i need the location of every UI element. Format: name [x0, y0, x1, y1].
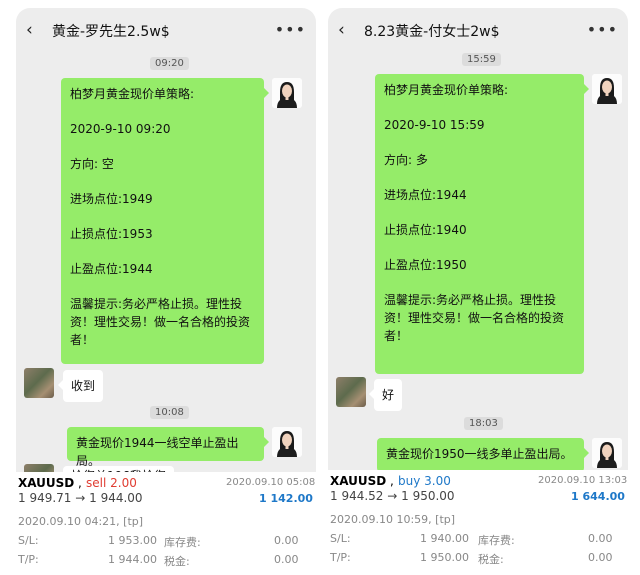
swap-value: 0.00: [274, 534, 299, 547]
message-line: 方向: 多: [384, 153, 428, 167]
receiver-avatar[interactable]: [24, 368, 54, 398]
message-line: 止盈点位:1944: [70, 262, 153, 276]
chat-title-bar: ‹ 8.23黄金-付女士2w$ •••: [328, 8, 628, 54]
message-line: 止盈点位:1950: [384, 258, 467, 272]
message-line: 温馨提示:务必严格止损。理性投资！理性交易！做一名合格的投资者！: [384, 293, 565, 343]
more-options-icon[interactable]: •••: [587, 20, 618, 39]
reply-text: 收到: [71, 379, 96, 393]
tp-value: 1 944.00: [108, 553, 157, 566]
reply-message-bubble[interactable]: 好: [369, 379, 403, 411]
trade-open-time: 2020.09.10 10:59, [tp]: [330, 513, 456, 526]
message-line: 进场点位:1949: [70, 192, 153, 206]
timestamp: 09:20: [150, 57, 189, 70]
message-line: 2020-9-10 15:59: [384, 118, 485, 132]
trade-symbol: XAUUSD: [330, 474, 387, 488]
message-line: 进场点位:1944: [384, 188, 467, 202]
sl-value: 1 953.00: [108, 534, 157, 547]
trade-price: 1 944.52 → 1 950.00: [330, 489, 455, 503]
swap-label: 库存费:: [478, 534, 515, 547]
reply-text: 好: [382, 388, 395, 402]
result-message-bubble[interactable]: 黄金现价1950一线多单止盈出局。: [377, 438, 589, 472]
result-text: 黄金现价1944一线空单止盈出局。: [76, 436, 239, 468]
strategy-message-bubble[interactable]: 柏梦月黄金现价单策略: 2020-9-10 09:20 方向: 空 进场点位:1…: [61, 78, 269, 364]
trade-datetime: 2020.09.10 05:08: [226, 477, 316, 488]
trade-record: XAUUSD , buy 3.00 2020.09.10 13:03 1 944…: [328, 470, 628, 575]
tp-value: 1 950.00: [420, 551, 469, 564]
trade-action: buy 3.00: [398, 474, 451, 488]
timestamp: 10:08: [150, 406, 189, 419]
message-line: 2020-9-10 09:20: [70, 122, 171, 136]
result-text: 黄金现价1950一线多单止盈出局。: [386, 447, 573, 461]
message-line: 方向: 空: [70, 157, 114, 171]
tax-value: 0.00: [274, 553, 299, 566]
chat-window-left: ‹ 黄金-罗先生2.5w$ ••• 09:20 柏梦月黄金现价单策略: 2020…: [16, 8, 316, 575]
trade-open-time: 2020.09.10 04:21, [tp]: [18, 515, 144, 528]
back-chevron-icon[interactable]: ‹: [26, 20, 33, 40]
result-message-bubble[interactable]: 黄金现价1944一线空单止盈出局。: [67, 427, 269, 468]
sl-label: S/L:: [18, 534, 39, 547]
swap-value: 0.00: [588, 532, 613, 545]
tax-value: 0.00: [588, 551, 613, 564]
timestamp: 18:03: [464, 417, 503, 430]
strategy-message-bubble[interactable]: 柏梦月黄金现价单策略: 2020-9-10 15:59 方向: 多 进场点位:1…: [375, 74, 589, 374]
tax-label: 税金:: [164, 555, 190, 568]
message-line: 柏梦月黄金现价单策略:: [384, 83, 509, 97]
trade-profit: 1 142.00: [259, 492, 313, 505]
trade-record: XAUUSD , sell 2.00 2020.09.10 05:08 1 94…: [16, 472, 316, 575]
chat-title: 8.23黄金-付女士2w$: [364, 24, 500, 40]
receiver-avatar[interactable]: [336, 377, 366, 407]
chat-title: 黄金-罗先生2.5w$: [52, 24, 170, 40]
trade-symbol: XAUUSD: [18, 476, 75, 490]
chat-title-bar: ‹ 黄金-罗先生2.5w$ •••: [16, 8, 316, 54]
trade-price: 1 949.71 → 1 944.00: [18, 491, 143, 505]
sender-avatar[interactable]: [592, 74, 622, 104]
tax-label: 税金:: [478, 553, 504, 566]
back-chevron-icon[interactable]: ‹: [338, 20, 345, 40]
message-line: 止损点位:1940: [384, 223, 467, 237]
more-options-icon[interactable]: •••: [275, 20, 306, 39]
tp-label: T/P:: [330, 551, 351, 564]
message-line: 温馨提示:务必严格止损。理性投资！理性交易！做一名合格的投资者！: [70, 297, 251, 347]
tp-label: T/P:: [18, 553, 39, 566]
chat-window-right: ‹ 8.23黄金-付女士2w$ ••• 15:59 柏梦月黄金现价单策略: 20…: [328, 8, 628, 575]
reply-message-bubble[interactable]: 收到: [58, 370, 104, 402]
sl-label: S/L:: [330, 532, 351, 545]
timestamp: 15:59: [462, 53, 501, 66]
sender-avatar[interactable]: [272, 78, 302, 108]
trade-profit: 1 644.00: [571, 490, 625, 503]
sender-avatar[interactable]: [592, 438, 622, 468]
sender-avatar[interactable]: [272, 427, 302, 457]
trade-action: sell 2.00: [86, 476, 137, 490]
trade-datetime: 2020.09.10 13:03: [538, 475, 628, 486]
sl-value: 1 940.00: [420, 532, 469, 545]
message-line: 止损点位:1953: [70, 227, 153, 241]
message-line: 柏梦月黄金现价单策略:: [70, 87, 195, 101]
swap-label: 库存费:: [164, 536, 201, 549]
